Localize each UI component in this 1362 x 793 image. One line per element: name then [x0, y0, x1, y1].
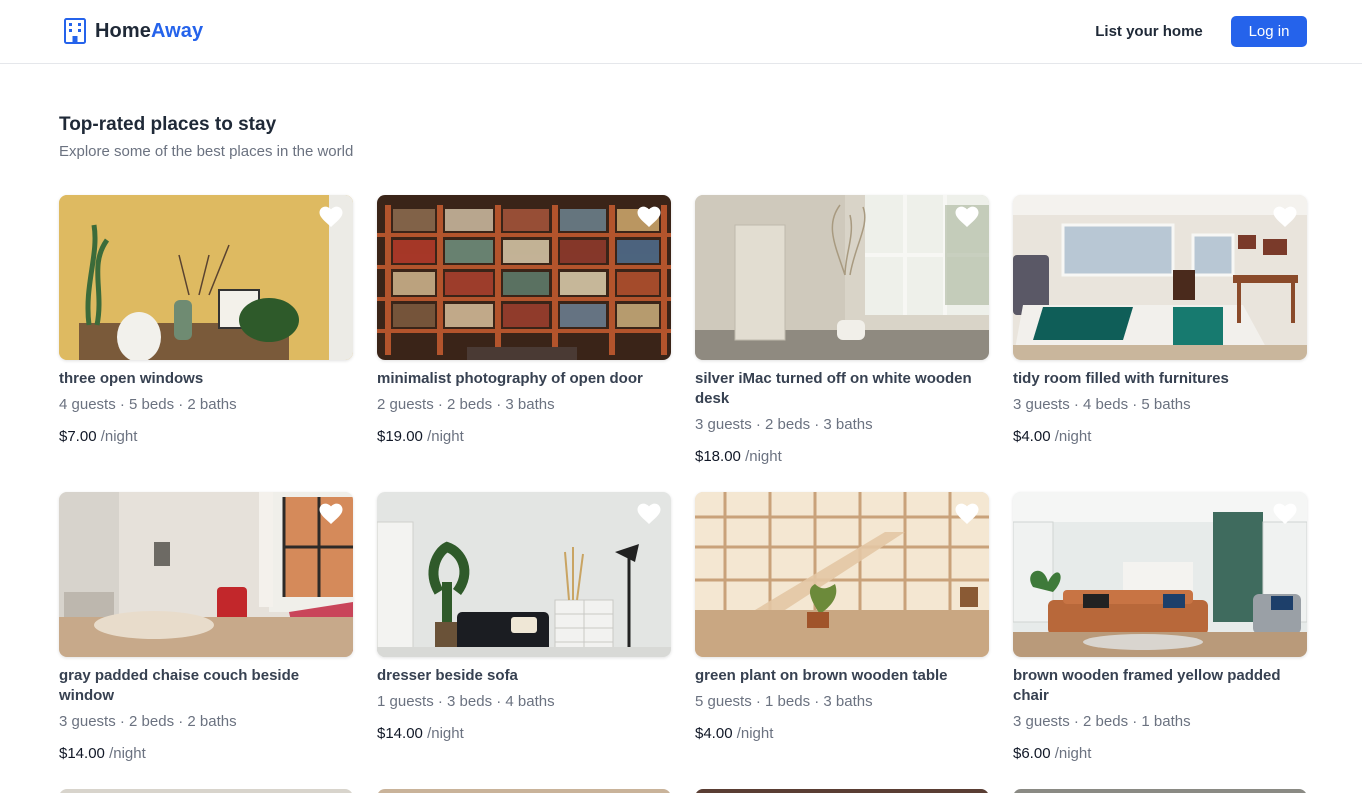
- listing-image: [377, 492, 671, 657]
- favorite-heart-icon[interactable]: [637, 503, 661, 525]
- building-icon: [61, 17, 89, 45]
- listing-title[interactable]: gray padded chaise couch beside window: [59, 666, 353, 706]
- listing-price: $4.00: [1013, 428, 1051, 445]
- listing-title[interactable]: silver iMac turned off on white wooden d…: [695, 369, 989, 409]
- listing-price: $6.00: [1013, 745, 1051, 762]
- listing-price: $14.00: [59, 745, 105, 762]
- listing-price-row: $14.00 /night: [377, 724, 671, 744]
- listing-photo[interactable]: [1013, 195, 1307, 360]
- listing-photo-peek[interactable]: [695, 789, 989, 793]
- listing-details: 3 guests · 4 beds · 5 baths: [1013, 396, 1191, 413]
- price-unit: /night: [100, 428, 138, 445]
- listing-image: [1013, 195, 1307, 360]
- listing-card[interactable]: green plant on brown wooden table 5 gues…: [695, 492, 989, 744]
- listing-title[interactable]: tidy room filled with furnitures: [1013, 369, 1307, 389]
- listing-photo[interactable]: [695, 492, 989, 657]
- brand-name: HomeAway: [95, 20, 203, 43]
- listing-price: $14.00: [377, 725, 423, 742]
- listing-title[interactable]: green plant on brown wooden table: [695, 666, 989, 686]
- listing-photo[interactable]: [377, 492, 671, 657]
- listing-price-row: $18.00 /night: [695, 447, 989, 467]
- listing-image: [377, 195, 671, 360]
- listing-title[interactable]: minimalist photography of open door: [377, 369, 671, 389]
- listing-price: $7.00: [59, 428, 97, 445]
- listing-title[interactable]: dresser beside sofa: [377, 666, 671, 686]
- top-navbar: HomeAway List your home Log in: [0, 0, 1362, 64]
- listing-title[interactable]: brown wooden framed yellow padded chair: [1013, 666, 1307, 706]
- price-unit: /night: [736, 725, 774, 742]
- listing-details: 3 guests · 2 beds · 1 baths: [1013, 713, 1191, 730]
- price-unit: /night: [109, 745, 146, 762]
- brand-name-part1: Home: [95, 19, 151, 42]
- price-unit: /night: [1054, 428, 1092, 445]
- price-unit: /night: [427, 428, 464, 445]
- section-title: Top-rated places to stay: [59, 114, 277, 135]
- listing-price-row: $6.00 /night: [1013, 744, 1307, 764]
- listing-price-row: $14.00 /night: [59, 744, 353, 764]
- listing-image: [59, 492, 353, 657]
- favorite-heart-icon[interactable]: [319, 206, 343, 228]
- brand-name-part2: Away: [150, 19, 204, 42]
- listing-image: [695, 195, 989, 360]
- listing-card[interactable]: gray padded chaise couch beside window 3…: [59, 492, 353, 764]
- listing-price: $19.00: [377, 428, 423, 445]
- listing-photo[interactable]: [59, 492, 353, 657]
- section-subtitle: Explore some of the best places in the w…: [59, 143, 354, 160]
- favorite-heart-icon[interactable]: [319, 503, 343, 525]
- listing-photo[interactable]: [1013, 492, 1307, 657]
- listing-card[interactable]: tidy room filled with furnitures 3 guest…: [1013, 195, 1307, 447]
- listing-details: 2 guests · 2 beds · 3 baths: [377, 396, 555, 413]
- listing-card[interactable]: silver iMac turned off on white wooden d…: [695, 195, 989, 467]
- favorite-heart-icon[interactable]: [955, 206, 979, 228]
- listing-price: $18.00: [695, 448, 741, 465]
- listing-photo-peek[interactable]: [1013, 789, 1307, 793]
- listing-card[interactable]: brown wooden framed yellow padded chair …: [1013, 492, 1307, 764]
- listing-price-row: $7.00 /night: [59, 427, 353, 447]
- list-your-home-link[interactable]: List your home: [1082, 16, 1216, 47]
- listing-price-row: $4.00 /night: [1013, 427, 1307, 447]
- listing-details: 3 guests · 2 beds · 3 baths: [695, 416, 873, 433]
- listing-card[interactable]: minimalist photography of open door 2 gu…: [377, 195, 671, 447]
- listing-photo[interactable]: [59, 195, 353, 360]
- listing-photo-peek[interactable]: [59, 789, 353, 793]
- listing-details: 4 guests · 5 beds · 2 baths: [59, 396, 237, 413]
- listing-image: [59, 195, 353, 360]
- brand-logo[interactable]: HomeAway: [61, 16, 203, 46]
- listing-photo-peek[interactable]: [377, 789, 671, 793]
- listing-image: [1013, 492, 1307, 657]
- listing-price-row: $4.00 /night: [695, 724, 989, 744]
- listing-card[interactable]: three open windows 4 guests · 5 beds · 2…: [59, 195, 353, 447]
- listing-details: 3 guests · 2 beds · 2 baths: [59, 713, 237, 730]
- login-button[interactable]: Log in: [1231, 16, 1307, 47]
- price-unit: /night: [427, 725, 464, 742]
- favorite-heart-icon[interactable]: [955, 503, 979, 525]
- favorite-heart-icon[interactable]: [1273, 503, 1297, 525]
- listing-image: [695, 492, 989, 657]
- price-unit: /night: [745, 448, 782, 465]
- listing-photo[interactable]: [377, 195, 671, 360]
- favorite-heart-icon[interactable]: [637, 206, 661, 228]
- listing-details: 1 guests · 3 beds · 4 baths: [377, 693, 555, 710]
- listing-price-row: $19.00 /night: [377, 427, 671, 447]
- listing-photo[interactable]: [695, 195, 989, 360]
- listing-card[interactable]: dresser beside sofa 1 guests · 3 beds · …: [377, 492, 671, 744]
- listing-price: $4.00: [695, 725, 733, 742]
- listing-details: 5 guests · 1 beds · 3 baths: [695, 693, 873, 710]
- listing-title[interactable]: three open windows: [59, 369, 353, 389]
- price-unit: /night: [1054, 745, 1092, 762]
- favorite-heart-icon[interactable]: [1273, 206, 1297, 228]
